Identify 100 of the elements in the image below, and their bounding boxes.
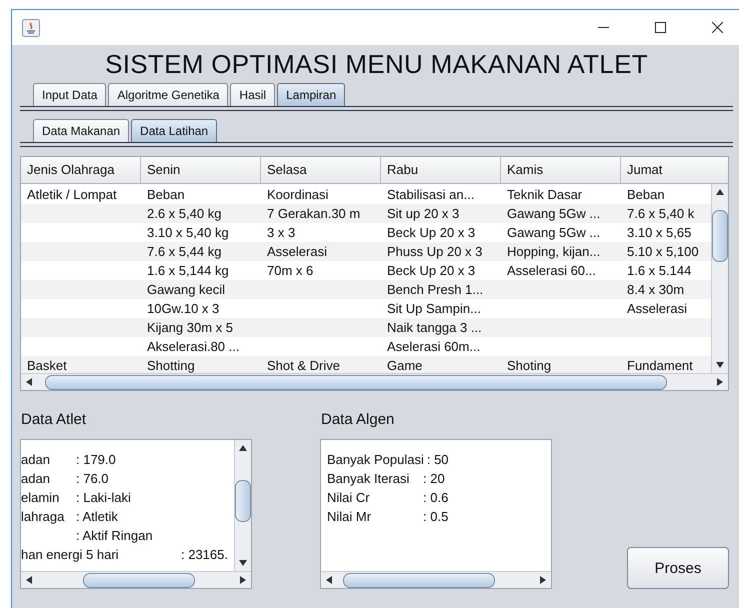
down-arrow-icon[interactable] xyxy=(716,361,724,369)
table-cell: Beck Up 20 x 3 xyxy=(387,225,476,240)
table-cell: Shot & Drive xyxy=(267,358,340,373)
app-title: SISTEM OPTIMASI MENU MAKANAN ATLET xyxy=(104,49,649,80)
vertical-scrollbar[interactable] xyxy=(711,184,728,373)
table-cell: 10Gw.10 x 3 xyxy=(147,301,220,316)
field-value: : 20 xyxy=(423,470,445,488)
table-cell: Akselerasi.80 ... xyxy=(147,339,240,354)
field-value: : Laki-laki xyxy=(76,489,131,507)
right-arrow-icon[interactable] xyxy=(239,576,247,584)
table-cell: Sit Up Sampin... xyxy=(387,301,481,316)
table-cell: 1.6 x 5.144 xyxy=(627,263,692,278)
scrollbar-thumb[interactable] xyxy=(235,480,251,522)
horizontal-scrollbar[interactable] xyxy=(321,571,551,588)
table-cell: Asselerasi xyxy=(267,244,327,259)
table-cell: Basket xyxy=(27,358,67,373)
right-arrow-icon[interactable] xyxy=(716,378,724,386)
table-cell: Game xyxy=(387,358,422,373)
column-header[interactable]: Senin xyxy=(141,157,261,183)
up-arrow-icon[interactable] xyxy=(239,444,247,452)
field-label: Banyak Populasi xyxy=(327,451,424,469)
table-cell: Sit up 20 x 3 xyxy=(387,206,460,221)
field-value: : 50 xyxy=(426,451,449,469)
section-title: Data Atlet xyxy=(21,411,88,430)
up-arrow-icon[interactable] xyxy=(716,188,724,196)
vertical-scrollbar[interactable] xyxy=(234,440,251,571)
field-label: Nilai Mr xyxy=(327,508,372,526)
table-cell: Hopping, kijan... xyxy=(507,244,600,259)
table-cell: 70m x 6 xyxy=(267,263,314,278)
field-label: Nilai Cr xyxy=(327,489,371,507)
table-cell: Gawang kecil xyxy=(147,282,226,297)
table-cell: Teknik Dasar xyxy=(507,187,582,202)
field-value: : Atletik xyxy=(76,508,118,526)
scrollbar-thumb[interactable] xyxy=(45,374,667,390)
table-cell: Fundament xyxy=(627,358,693,373)
field-value: : 179.0 xyxy=(76,451,116,469)
tab[interactable]: Input Data xyxy=(33,83,106,106)
tab[interactable]: Hasil xyxy=(230,83,276,106)
table-cell: 7 Gerakan.30 m xyxy=(267,206,360,221)
process-button[interactable]: Proses xyxy=(627,547,729,589)
table-cell: Stabilisasi an... xyxy=(387,187,474,202)
table-cell: 2.6 x 5,40 kg xyxy=(147,206,222,221)
text-area[interactable]: adan : 179.0 adan : 76.0 elamin : Laki-laki lahraga : Atletik : Aktif Ringan han energi 5 hari : 23165. xyxy=(20,439,252,589)
close-icon[interactable] xyxy=(712,22,723,33)
scrollbar-thumb[interactable] xyxy=(712,210,728,262)
table-cell: 3 x 3 xyxy=(267,225,296,240)
table-cell: Aselerasi 60m... xyxy=(387,339,480,354)
table-cell: 8.4 x 30m xyxy=(627,282,684,297)
field-label: adan xyxy=(21,452,50,467)
table-cell: 1.6 x 5,144 kg xyxy=(147,263,229,278)
table-cell: Beban xyxy=(627,187,665,202)
section-title: Data Algen xyxy=(321,411,396,430)
field-label: lahraga xyxy=(21,509,64,524)
column-header[interactable]: Rabu xyxy=(381,157,501,183)
table-cell: Bench Presh 1... xyxy=(387,282,484,297)
horizontal-scrollbar[interactable] xyxy=(21,373,728,390)
java-app-icon xyxy=(22,18,40,36)
table-cell: Phuss Up 20 x 3 xyxy=(387,244,482,259)
column-header[interactable]: Selasa xyxy=(261,157,381,183)
field-label: elamin xyxy=(21,490,60,505)
table-cell: 5.10 x 5,100 xyxy=(627,244,699,259)
field-value: : Aktif Ringan xyxy=(76,527,153,545)
down-arrow-icon[interactable] xyxy=(239,559,247,567)
table-cell: Atletik / Lompat xyxy=(27,187,117,202)
maximize-icon[interactable] xyxy=(655,22,666,33)
field-label: Banyak Iterasi xyxy=(327,470,410,488)
tab[interactable]: Data Makanan xyxy=(33,119,130,142)
field-value: : 0.6 xyxy=(423,489,448,507)
tab[interactable]: Algoritme Genetika xyxy=(108,83,228,106)
table-cell: Koordinasi xyxy=(267,187,328,202)
scrollbar-thumb[interactable] xyxy=(83,572,195,588)
table-cell: 7.6 x 5,44 kg xyxy=(147,244,222,259)
column-header[interactable]: Kamis xyxy=(501,157,621,183)
table-cell: Beban xyxy=(147,187,185,202)
column-header[interactable]: Jumat xyxy=(621,157,728,183)
table-cell: 3.10 x 5,40 kg xyxy=(147,225,229,240)
column-header[interactable]: Jenis Olahraga xyxy=(21,157,141,183)
field-label: adan xyxy=(21,471,50,486)
left-arrow-icon[interactable] xyxy=(25,576,33,584)
table-cell: 3.10 x 5,65 xyxy=(627,225,692,240)
table-cell: Beck Up 20 x 3 xyxy=(387,263,476,278)
field-label: han energi 5 hari xyxy=(21,547,119,562)
right-arrow-icon[interactable] xyxy=(539,576,547,584)
tab[interactable]: Data Latihan xyxy=(131,119,218,142)
tab[interactable]: Lampiran xyxy=(277,83,346,106)
table-cell: Shoting xyxy=(507,358,552,373)
text-area[interactable]: Banyak Populasi : 50 Banyak Iterasi : 20 Nilai Cr : 0.6 Nilai Mr : 0.5 xyxy=(320,439,552,589)
table-cell: Naik tangga 3 ... xyxy=(387,320,482,335)
table-cell: Asselerasi xyxy=(627,301,687,316)
table-cell: Shotting xyxy=(147,358,195,373)
left-arrow-icon[interactable] xyxy=(25,378,33,386)
horizontal-scrollbar[interactable] xyxy=(21,571,251,588)
field-value: : 0.5 xyxy=(423,508,448,526)
table-cell: Asselerasi 60... xyxy=(507,263,596,278)
table-cell: Kijang 30m x 5 xyxy=(147,320,233,335)
table-cell: Gawang 5Gw ... xyxy=(507,225,600,240)
field-value: : 76.0 xyxy=(76,470,109,488)
table-cell: Gawang 5Gw ... xyxy=(507,206,600,221)
scrollbar-thumb[interactable] xyxy=(343,572,495,588)
left-arrow-icon[interactable] xyxy=(325,576,333,584)
